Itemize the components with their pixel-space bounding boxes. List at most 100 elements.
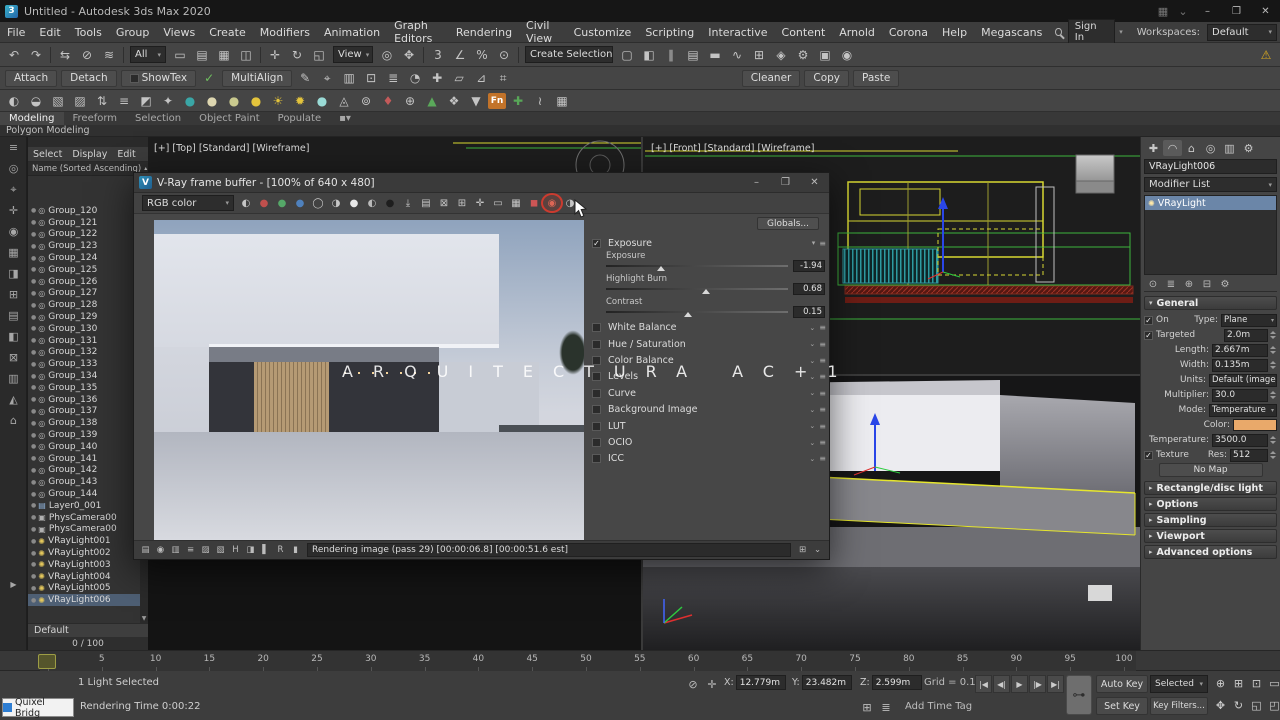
section-ocio[interactable]: OCIO ⌄ ≡	[592, 436, 826, 450]
unlink-selection-icon[interactable]: ⊘	[77, 45, 97, 64]
star-light-icon[interactable]: ✹	[290, 91, 310, 110]
targeted-checkbox[interactable]: ✓	[1144, 330, 1153, 340]
key-filters-button[interactable]: Key Filters...	[1150, 697, 1208, 715]
explorer-item-physcamera00[interactable]: ● ▣ PhysCamera00	[28, 524, 148, 536]
menu-item-arnold[interactable]: Arnold	[832, 22, 882, 43]
toolbar3-tool-icon[interactable]: ❖	[444, 91, 464, 110]
visibility-dot-icon[interactable]: ●	[31, 550, 36, 557]
section-menu-icon[interactable]: ≡	[819, 422, 826, 431]
section-background-image-checkbox[interactable]	[592, 405, 601, 415]
explorer-item-physcamera00[interactable]: ● ▣ PhysCamera00	[28, 512, 148, 524]
vfb-footer-tool-icon[interactable]: ⊞	[795, 543, 810, 557]
follow-mouse-icon[interactable]: ◑	[561, 195, 579, 211]
section-menu-icon[interactable]: ≡	[819, 454, 826, 463]
explorer-item-group_135[interactable]: ● ◎ Group_135	[28, 382, 148, 394]
menu-item-scripting[interactable]: Scripting	[638, 22, 701, 43]
ribbon-tab-freeform[interactable]: Freeform	[64, 112, 127, 125]
vfb-minimize-button[interactable]: –	[742, 172, 771, 194]
toolbar3-tool-icon[interactable]: ✦	[158, 91, 178, 110]
ribbon-tab-modeling[interactable]: Modeling	[0, 112, 64, 125]
vfb-close-button[interactable]: ✕	[800, 172, 829, 194]
toolbar3-tool-icon[interactable]: ◩	[136, 91, 156, 110]
create-panel-tab[interactable]: ✚	[1144, 140, 1163, 156]
visibility-dot-icon[interactable]: ●	[31, 349, 36, 356]
explorer-item-group_141[interactable]: ● ◎ Group_141	[28, 453, 148, 465]
go-to-end-button[interactable]: ▶|	[1047, 675, 1064, 693]
select-and-rotate-icon[interactable]: ↻	[287, 45, 307, 64]
slider-marker[interactable]	[683, 312, 692, 318]
black-level-icon[interactable]: ●	[381, 195, 399, 211]
visibility-dot-icon[interactable]: ●	[31, 290, 36, 297]
modifier-list-dropdown[interactable]: Modifier List ▾	[1144, 177, 1277, 192]
snap-toggle-icon[interactable]: 3	[428, 45, 448, 64]
section-hue-saturation-checkbox[interactable]	[592, 339, 601, 349]
tree-icon[interactable]: ▲	[422, 91, 442, 110]
menu-item-help[interactable]: Help	[935, 22, 974, 43]
maximize-viewport-icon[interactable]: ◱	[1248, 696, 1265, 714]
ribbon-collapsed-bar[interactable]: Polygon Modeling	[0, 125, 1280, 137]
toolbar2-tool-icon[interactable]: ⊡	[361, 69, 381, 88]
explorer-tool-icon[interactable]: ▥	[0, 368, 27, 389]
toolbar2-tool-icon[interactable]: ✚	[427, 69, 447, 88]
select-and-scale-icon[interactable]: ◱	[309, 45, 329, 64]
blue-channel-toggle[interactable]: ●	[291, 195, 309, 211]
length--field[interactable]: 2.667m	[1212, 343, 1268, 357]
menu-item-file[interactable]: File	[0, 22, 32, 43]
time-tag-icon[interactable]: ⊞	[858, 698, 876, 716]
scatter-icon[interactable]: ✚	[508, 91, 528, 110]
visibility-dot-icon[interactable]: ●	[31, 514, 36, 521]
cleaner-button[interactable]: Cleaner	[741, 69, 801, 87]
exposure-section-checkbox[interactable]: ✓	[592, 238, 601, 248]
vfb-footer-tool-icon[interactable]: ▤	[138, 543, 153, 557]
pan-icon[interactable]: ✥	[1212, 696, 1229, 714]
explorer-tool-icon[interactable]: ⌖	[0, 179, 27, 200]
toolbar3-tool-icon[interactable]: ◬	[334, 91, 354, 110]
visibility-dot-icon[interactable]: ●	[31, 207, 36, 214]
section-icc[interactable]: ICC ⌄ ≡	[592, 452, 826, 466]
explorer-item-group_143[interactable]: ● ◎ Group_143	[28, 476, 148, 488]
toolbar3-tool-icon[interactable]: ▨	[70, 91, 90, 110]
layer-manager-icon[interactable]: ▤	[683, 45, 703, 64]
section-menu-icon[interactable]: ≡	[819, 438, 826, 447]
visibility-dot-icon[interactable]: ●	[31, 455, 36, 462]
coordinate-input[interactable]: 12.779m	[735, 675, 786, 690]
explorer-item-vraylight003[interactable]: ● ✺ VRayLight003	[28, 559, 148, 571]
visibility-dot-icon[interactable]: ●	[31, 231, 36, 238]
red-channel-toggle[interactable]: ●	[255, 195, 273, 211]
explorer-item-vraylight001[interactable]: ● ✺ VRayLight001	[28, 535, 148, 547]
timeline-ruler[interactable]: 0510152025303540455055606570758085909510…	[40, 651, 1136, 672]
explorer-item-group_136[interactable]: ● ◎ Group_136	[28, 394, 148, 406]
select-and-link-icon[interactable]: ⇆	[55, 45, 75, 64]
orbit-icon[interactable]: ↻	[1230, 696, 1247, 714]
toolbar2-tool-icon[interactable]: ⌖	[317, 69, 337, 88]
select-object-icon[interactable]: ▭	[170, 45, 190, 64]
color-swatch[interactable]	[1233, 419, 1277, 431]
explorer-item-group_133[interactable]: ● ◎ Group_133	[28, 358, 148, 370]
material-editor-icon[interactable]: ◈	[771, 45, 791, 64]
section-lut-checkbox[interactable]	[592, 421, 601, 431]
menu-item-interactive[interactable]: Interactive	[701, 22, 774, 43]
toolbar2-tool-icon[interactable]: ▱	[449, 69, 469, 88]
collapse-chevron-icon[interactable]: ⌄	[809, 373, 815, 381]
panel-expand-icon[interactable]: ▶	[0, 574, 27, 595]
visibility-dot-icon[interactable]: ●	[31, 302, 36, 309]
type--dropdown[interactable]: Plane ▾	[1221, 313, 1277, 327]
explorer-tool-icon[interactable]: ▤	[0, 305, 27, 326]
explorer-tool-icon[interactable]: ▦	[0, 242, 27, 263]
toolbar2-tool-icon[interactable]: ◔	[405, 69, 425, 88]
vfb-expand-icon[interactable]: ⌄	[810, 543, 825, 557]
explorer-item-group_132[interactable]: ● ◎ Group_132	[28, 347, 148, 359]
render-production-icon[interactable]: ◉	[837, 45, 857, 64]
edit-named-selections-icon[interactable]: ▢	[617, 45, 637, 64]
coordinate-input[interactable]: 23.482m	[801, 675, 852, 690]
modifier-stack-item[interactable]: ✺ VRayLight	[1145, 196, 1276, 210]
targeted-field[interactable]: 2.0m	[1224, 328, 1268, 342]
search-icon[interactable]	[1055, 28, 1062, 36]
visibility-dot-icon[interactable]: ●	[31, 384, 36, 391]
section-menu-icon[interactable]: ≡	[819, 356, 826, 365]
collapse-chevron-icon[interactable]: ⌄	[809, 439, 815, 447]
motion-panel-tab[interactable]: ◎	[1201, 140, 1220, 156]
collapse-chevron-icon[interactable]: ⌄	[809, 357, 815, 365]
explorer-item-group_142[interactable]: ● ◎ Group_142	[28, 465, 148, 477]
mirror-icon[interactable]: ◧	[639, 45, 659, 64]
